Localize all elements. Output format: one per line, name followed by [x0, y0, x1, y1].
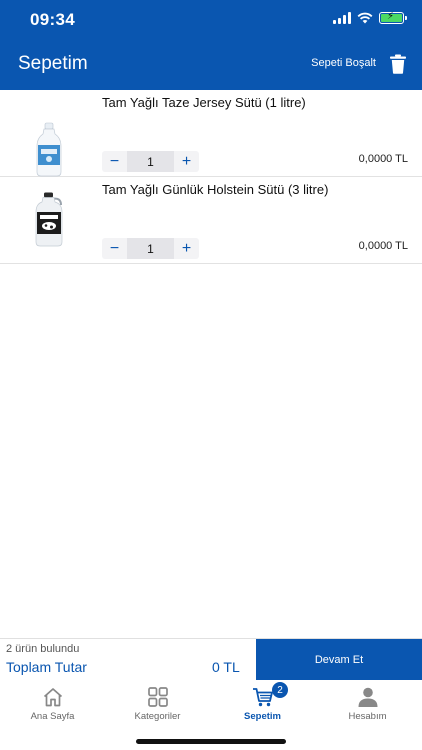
cart-icon: [253, 688, 273, 707]
cart-summary: 2 ürün bulundu Toplam Tutar 0 TL Devam E…: [0, 638, 422, 681]
decrease-button[interactable]: −: [102, 151, 127, 172]
increase-button[interactable]: +: [174, 238, 199, 259]
tab-home[interactable]: Ana Sayfa: [0, 680, 105, 730]
grid-icon: [148, 687, 168, 707]
tab-label: Hesabım: [348, 711, 387, 722]
quantity-stepper: − 1 +: [102, 238, 199, 259]
quantity-value[interactable]: 1: [127, 238, 174, 259]
signal-icon: [333, 12, 351, 24]
quantity-stepper: − 1 +: [102, 151, 199, 172]
page-title: Sepetim: [18, 53, 88, 74]
product-image-holstein-milk[interactable]: [30, 192, 68, 247]
total-label: Toplam Tutar: [6, 659, 87, 675]
item-price: 0,0000 TL: [358, 240, 408, 252]
continue-button[interactable]: Devam Et: [256, 639, 422, 681]
product-name[interactable]: Tam Yağlı Taze Jersey Sütü (1 litre): [102, 95, 306, 110]
product-image-jersey-milk[interactable]: [30, 122, 68, 177]
item-price: 0,0000 TL: [358, 153, 408, 165]
decrease-button[interactable]: −: [102, 238, 127, 259]
cart-item: Tam Yağlı Taze Jersey Sütü (1 litre) − 1…: [0, 90, 422, 177]
quantity-value[interactable]: 1: [127, 151, 174, 172]
app-header: 09:34 ⚡ Sepetim Sepeti Boşalt: [0, 0, 422, 90]
home-indicator: [136, 739, 286, 744]
cart-list: Tam Yağlı Taze Jersey Sütü (1 litre) − 1…: [0, 90, 422, 264]
product-name[interactable]: Tam Yağlı Günlük Holstein Sütü (3 litre): [102, 182, 328, 197]
item-count: 2 ürün bulundu: [6, 643, 80, 655]
status-icons: ⚡: [333, 11, 407, 24]
tab-label: Sepetim: [244, 711, 281, 722]
home-icon: [43, 688, 63, 707]
wifi-icon: [357, 12, 373, 24]
increase-button[interactable]: +: [174, 151, 199, 172]
trash-icon[interactable]: [389, 54, 407, 74]
tab-cart[interactable]: 2 Sepetim: [210, 680, 315, 730]
battery-icon: ⚡: [379, 11, 407, 24]
status-time: 09:34: [30, 10, 75, 29]
cart-badge: 2: [272, 682, 288, 698]
tab-label: Ana Sayfa: [30, 711, 75, 722]
clear-cart-button[interactable]: Sepeti Boşalt: [311, 57, 376, 69]
total-value: 0 TL: [212, 659, 240, 675]
tab-categories[interactable]: Kategoriler: [105, 680, 210, 730]
tab-bar: Ana Sayfa Kategoriler 2 Sepetim Hesabım: [0, 680, 422, 750]
tab-label: Kategoriler: [134, 711, 181, 722]
cart-item: Tam Yağlı Günlük Holstein Sütü (3 litre)…: [0, 177, 422, 264]
status-bar: 09:34 ⚡: [0, 0, 422, 40]
tab-account[interactable]: Hesabım: [315, 680, 420, 730]
user-icon: [358, 687, 378, 707]
